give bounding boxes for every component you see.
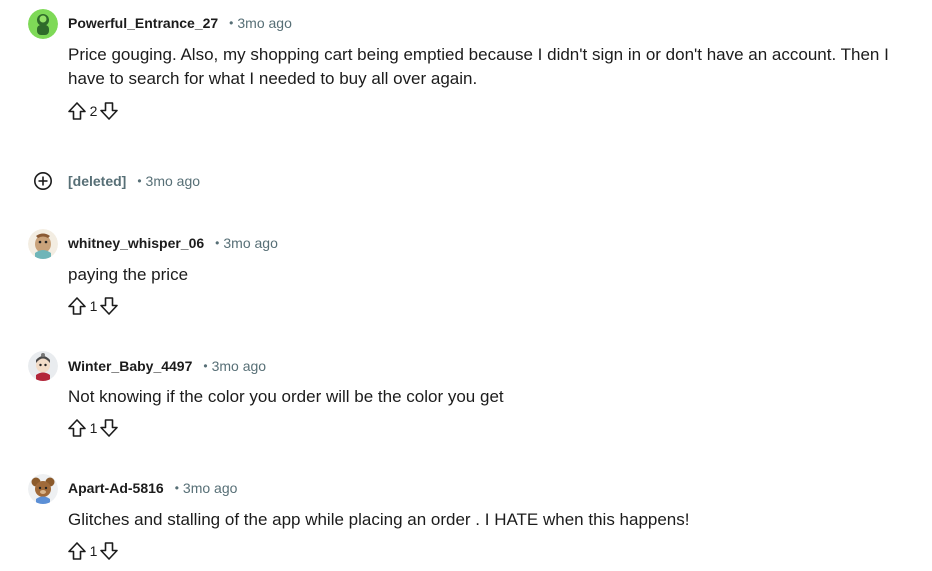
username[interactable]: Apart-Ad-5816 — [68, 480, 164, 496]
downvote-arrow-icon — [100, 542, 118, 560]
upvote-button[interactable] — [66, 100, 88, 122]
upvote-button[interactable] — [66, 295, 88, 317]
vote-actions: 1 — [66, 294, 120, 318]
expand-thread-button[interactable] — [33, 171, 53, 191]
separator-dot: • — [174, 481, 179, 495]
upvote-button[interactable] — [66, 417, 88, 439]
downvote-arrow-icon — [100, 419, 118, 437]
comment-body: Not knowing if the color you order will … — [68, 387, 504, 406]
upvote-arrow-icon — [68, 297, 86, 315]
username[interactable]: Powerful_Entrance_27 — [68, 15, 218, 31]
separator-dot: • — [215, 236, 220, 250]
vote-score: 2 — [89, 103, 98, 119]
vote-actions: 1 — [66, 416, 120, 440]
timestamp[interactable]: 3mo ago — [146, 173, 200, 189]
timestamp[interactable]: 3mo ago — [237, 15, 291, 31]
comment-meta: Apart-Ad-5816 • 3mo ago — [68, 478, 237, 498]
comment-meta: Winter_Baby_4497 • 3mo ago — [68, 356, 266, 376]
downvote-button[interactable] — [98, 100, 120, 122]
downvote-button[interactable] — [98, 417, 120, 439]
comment-body: Glitches and stalling of the app while p… — [68, 510, 690, 529]
separator-dot: • — [229, 16, 234, 30]
upvote-arrow-icon — [68, 102, 86, 120]
username-deleted: [deleted] — [68, 173, 127, 189]
downvote-arrow-icon — [100, 102, 118, 120]
comment-meta: Powerful_Entrance_27 • 3mo ago — [68, 13, 292, 33]
comment-meta: whitney_whisper_06 • 3mo ago — [68, 233, 278, 253]
timestamp[interactable]: 3mo ago — [212, 358, 266, 374]
vote-actions: 1 — [66, 539, 120, 563]
user-avatar[interactable] — [28, 351, 58, 381]
plus-circle-icon — [34, 172, 52, 190]
timestamp[interactable]: 3mo ago — [223, 235, 277, 251]
vote-score: 1 — [89, 298, 98, 314]
timestamp[interactable]: 3mo ago — [183, 480, 237, 496]
upvote-button[interactable] — [66, 540, 88, 562]
separator-dot: • — [203, 359, 208, 373]
upvote-arrow-icon — [68, 419, 86, 437]
downvote-button[interactable] — [98, 540, 120, 562]
downvote-button[interactable] — [98, 295, 120, 317]
user-avatar[interactable] — [28, 229, 58, 259]
comment-meta: [deleted] • 3mo ago — [68, 171, 200, 191]
user-avatar[interactable] — [28, 474, 58, 504]
downvote-arrow-icon — [100, 297, 118, 315]
upvote-arrow-icon — [68, 542, 86, 560]
vote-actions: 2 — [66, 99, 120, 123]
username[interactable]: Winter_Baby_4497 — [68, 358, 192, 374]
vote-score: 1 — [89, 420, 98, 436]
user-avatar[interactable] — [28, 9, 58, 39]
username[interactable]: whitney_whisper_06 — [68, 235, 204, 251]
comment-body: Price gouging. Also, my shopping cart be… — [68, 45, 889, 88]
vote-score: 1 — [89, 543, 98, 559]
separator-dot: • — [137, 174, 142, 188]
comment-body: paying the price — [68, 265, 189, 284]
